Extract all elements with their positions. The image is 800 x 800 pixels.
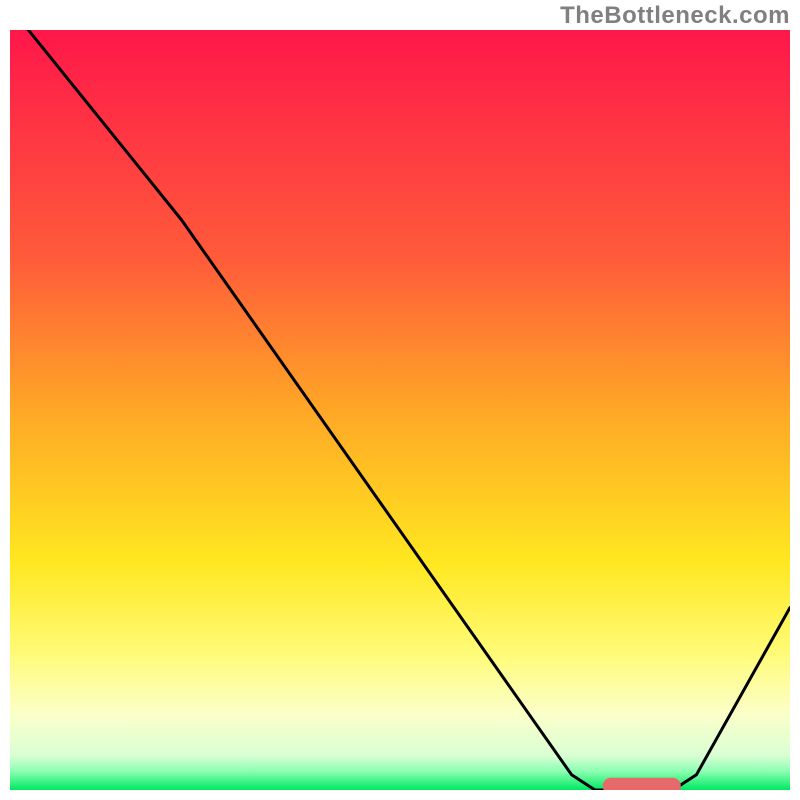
optimal-zone-marker — [603, 778, 681, 790]
plot-area — [10, 30, 790, 790]
chart-container: TheBottleneck.com — [0, 0, 800, 800]
watermark-text: TheBottleneck.com — [560, 2, 790, 30]
chart-svg — [10, 30, 790, 790]
gradient-background — [10, 30, 790, 790]
